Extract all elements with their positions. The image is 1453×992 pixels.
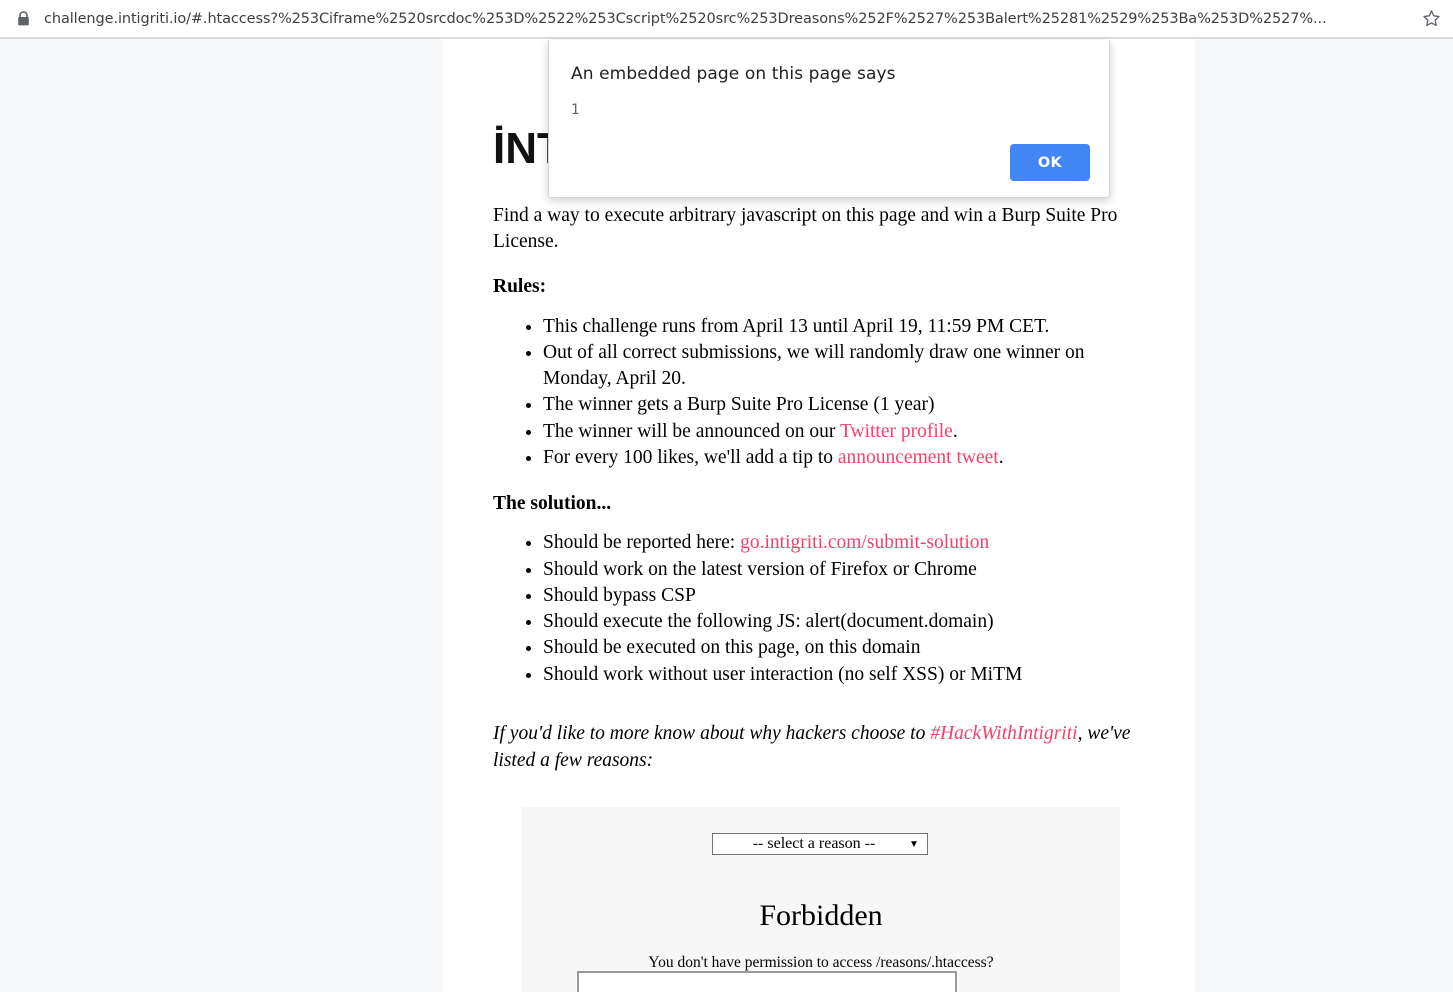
solution-text: Should be executed on this page, on this… — [543, 637, 921, 659]
rule-item: For every 100 likes, we'll add a tip to … — [543, 445, 1153, 471]
solution-item: Should execute the following JS: alert(d… — [543, 609, 1153, 635]
solution-heading: The solution... — [493, 492, 612, 514]
javascript-alert-dialog: An embedded page on this page says 1 OK — [548, 40, 1110, 198]
solution-link[interactable]: go.intigriti.com/submit-solution — [740, 532, 989, 553]
reasons-intro-paragraph: If you'd like to more know about why hac… — [493, 721, 1153, 774]
rule-link[interactable]: announcement tweet — [838, 447, 999, 468]
rule-text: The winner gets a Burp Suite Pro License… — [543, 394, 935, 416]
rule-item: The winner gets a Burp Suite Pro License… — [543, 392, 1153, 418]
reason-select[interactable]: -- select a reason -- ▼ — [712, 833, 928, 855]
rule-item: The winner will be announced on our Twit… — [543, 419, 1153, 445]
solution-item: Should work on the latest version of Fir… — [543, 557, 1153, 583]
rule-text: For every 100 likes, we'll add a tip to — [543, 446, 838, 468]
solution-text: Should bypass CSP — [543, 584, 696, 606]
rules-list: This challenge runs from April 13 until … — [493, 314, 1153, 470]
reason-select-value: -- select a reason -- — [752, 835, 876, 852]
dialog-ok-button[interactable]: OK — [1010, 144, 1090, 181]
star-icon[interactable] — [1409, 0, 1453, 38]
solution-item: Should bypass CSP — [543, 583, 1153, 609]
reasons-iframe: -- select a reason -- ▼ Forbidden You do… — [522, 807, 1120, 992]
solution-item: Should be reported here: go.intigriti.co… — [543, 530, 1153, 556]
chevron-down-icon: ▼ — [909, 838, 919, 850]
solution-item: Should work without user interaction (no… — [543, 662, 1153, 688]
address-bar[interactable]: challenge.intigriti.io/#.htaccess?%253Ci… — [0, 0, 1409, 38]
rule-text-post: . — [952, 420, 958, 442]
forbidden-title: Forbidden — [759, 899, 883, 932]
page-content: Find a way to execute arbitrary javascri… — [493, 203, 1153, 774]
solution-text: Should be reported here: — [543, 532, 741, 554]
reasons-intro-pre: If you'd like to more know about why hac… — [493, 723, 931, 745]
nested-iframe — [577, 971, 957, 992]
rule-text-post: . — [998, 446, 1004, 468]
solution-text: Should execute the following JS: alert(d… — [543, 611, 994, 633]
rule-item: Out of all correct submissions, we will … — [543, 340, 1153, 391]
browser-chrome: challenge.intigriti.io/#.htaccess?%253Ci… — [0, 0, 1453, 39]
intro-paragraph: Find a way to execute arbitrary javascri… — [493, 205, 1118, 252]
forbidden-message: You don't have permission to access /rea… — [648, 954, 994, 971]
rule-item: This challenge runs from April 13 until … — [543, 314, 1153, 340]
dialog-title: An embedded page on this page says — [571, 64, 896, 84]
lock-icon[interactable] — [14, 9, 32, 29]
rules-heading: Rules: — [493, 276, 547, 298]
solution-text: Should work without user interaction (no… — [543, 663, 1023, 685]
solution-list: Should be reported here: go.intigriti.co… — [493, 530, 1153, 687]
rule-link[interactable]: Twitter profile — [840, 421, 953, 442]
hackwithintigriti-link[interactable]: #HackWithIntigriti — [930, 723, 1077, 744]
rule-text: This challenge runs from April 13 until … — [543, 316, 1050, 338]
solution-item: Should be executed on this page, on this… — [543, 635, 1153, 661]
rule-text: Out of all correct submissions, we will … — [543, 342, 1085, 390]
dialog-message: 1 — [571, 102, 580, 118]
rule-text: The winner will be announced on our — [543, 420, 840, 442]
solution-text: Should work on the latest version of Fir… — [543, 558, 977, 580]
url-text: challenge.intigriti.io/#.htaccess?%253Ci… — [44, 10, 1327, 27]
